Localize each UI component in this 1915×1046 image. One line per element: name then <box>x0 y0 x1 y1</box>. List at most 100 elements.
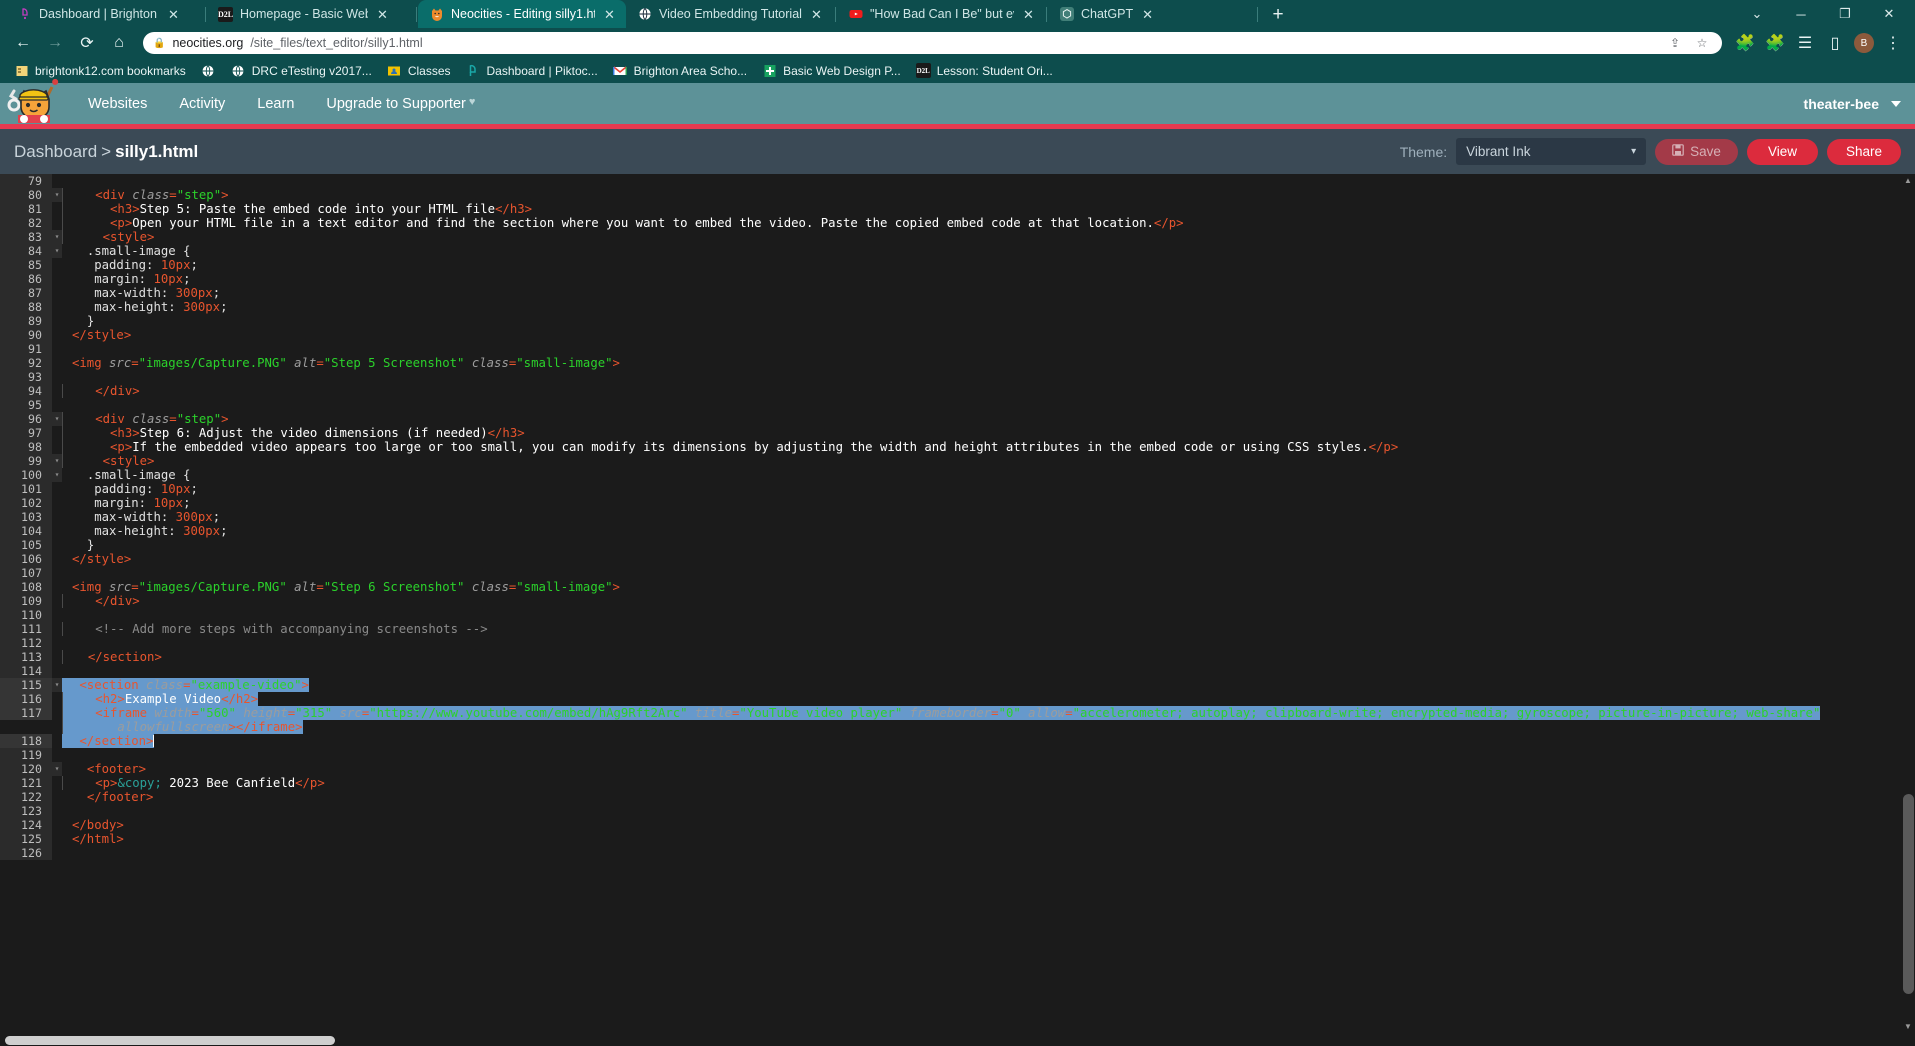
code-line[interactable]: 113 </section> <box>0 650 1901 664</box>
restore-icon[interactable]: ❐ <box>1823 0 1867 28</box>
bookmark-item[interactable]: Dashboard | Piktoc... <box>459 61 605 80</box>
close-icon[interactable]: ✕ <box>1867 0 1911 28</box>
code-line[interactable]: 104 max-height: 300px; <box>0 524 1901 538</box>
code-line[interactable]: 114 <box>0 664 1901 678</box>
code-line[interactable]: 124 </body> <box>0 818 1901 832</box>
code-line[interactable]: 106 </style> <box>0 552 1901 566</box>
browser-tab-1[interactable]: Dashboard | Brighton High Schoo ✕ <box>6 0 204 28</box>
share-icon[interactable]: ⇪ <box>1665 33 1685 53</box>
vertical-scrollbar[interactable]: ▲ ▼ <box>1901 174 1915 1046</box>
close-icon[interactable]: ✕ <box>166 7 181 22</box>
horizontal-scrollbar[interactable] <box>0 1034 1901 1046</box>
reading-list-icon[interactable]: ☰ <box>1791 28 1819 58</box>
side-panel-icon[interactable]: ▯ <box>1821 28 1849 58</box>
code-line[interactable]: 100 ▾ .small-image { <box>0 468 1901 482</box>
code-line[interactable]: 117 <iframe width="560" height="315" src… <box>0 706 1901 720</box>
code-line[interactable]: 97 <h3>Step 6: Adjust the video dimensio… <box>0 426 1901 440</box>
code-line[interactable]: 85 padding: 10px; <box>0 258 1901 272</box>
scroll-up-icon[interactable]: ▲ <box>1903 176 1913 186</box>
forward-arrow-icon[interactable]: → <box>40 28 70 58</box>
code-line[interactable]: 120 ▾ <footer> <box>0 762 1901 776</box>
more-menu-icon[interactable]: ⋮ <box>1879 28 1907 58</box>
nav-link-upgrade-to-supporter[interactable]: Upgrade to Supporter ♥ <box>310 96 491 112</box>
code-line[interactable]: 111 <!-- Add more steps with accompanyin… <box>0 622 1901 636</box>
minimize-icon[interactable]: ─ <box>1779 0 1823 28</box>
close-icon[interactable]: ✕ <box>1140 7 1155 22</box>
code-line[interactable]: 94 </div> <box>0 384 1901 398</box>
code-line[interactable]: 92 <img src="images/Capture.PNG" alt="Ste… <box>0 356 1901 370</box>
new-tab-button[interactable]: + <box>1265 2 1291 28</box>
save-button[interactable]: Save <box>1655 138 1738 165</box>
code-line[interactable]: 125 </html> <box>0 832 1901 846</box>
fold-toggle-icon[interactable]: ▾ <box>52 244 62 258</box>
close-icon[interactable]: ✕ <box>602 7 617 22</box>
address-bar[interactable]: 🔒 neocities.org/site_files/text_editor/s… <box>143 32 1722 54</box>
home-icon[interactable]: ⌂ <box>104 28 134 58</box>
bookmark-item[interactable]: Classes <box>380 61 458 80</box>
browser-tab-6[interactable]: ChatGPT ✕ <box>1048 0 1256 28</box>
code-line[interactable]: 95 <box>0 398 1901 412</box>
fold-toggle-icon[interactable]: ▾ <box>52 188 62 202</box>
neocities-cat-logo[interactable] <box>6 78 68 127</box>
code-line[interactable]: 110 <box>0 608 1901 622</box>
code-line[interactable]: 82 <p>Open your HTML file in a text edit… <box>0 216 1901 230</box>
extension-puzzle-icon[interactable]: 🧩 <box>1731 28 1759 58</box>
code-line[interactable]: 126 <box>0 846 1901 860</box>
browser-tab-2[interactable]: D2L Homepage - Basic Web Design: H ✕ <box>207 0 415 28</box>
code-line[interactable]: 79 <box>0 174 1901 188</box>
code-line[interactable]: 90 </style> <box>0 328 1901 342</box>
browser-tab-5[interactable]: "How Bad Can I Be" but every wo ✕ <box>837 0 1045 28</box>
close-icon[interactable]: ✕ <box>1021 7 1036 22</box>
code-line[interactable]: 108 <img src="images/Capture.PNG" alt="St… <box>0 580 1901 594</box>
theme-select[interactable]: Vibrant Ink ▾ <box>1456 138 1647 165</box>
bookmark-item[interactable]: DRC eTesting v2017... <box>224 61 379 80</box>
code-editor[interactable]: 79 80 ▾ <div class="step"> 81 <h3>Step 5: … <box>0 174 1915 1046</box>
code-line[interactable]: 119 <box>0 748 1901 762</box>
code-line[interactable]: 99 ▾ <style> <box>0 454 1901 468</box>
code-line[interactable]: 83 ▾ <style> <box>0 230 1901 244</box>
fold-toggle-icon[interactable]: ▾ <box>52 230 62 244</box>
fold-toggle-icon[interactable]: ▾ <box>52 412 62 426</box>
code-line[interactable]: 122 </footer> <box>0 790 1901 804</box>
code-line[interactable]: 101 padding: 10px; <box>0 482 1901 496</box>
code-line[interactable]: 123 <box>0 804 1901 818</box>
code-line[interactable]: 109 </div> <box>0 594 1901 608</box>
view-button[interactable]: View <box>1746 138 1818 165</box>
profile-avatar[interactable]: B <box>1854 33 1874 53</box>
code-line[interactable]: 103 max-width: 300px; <box>0 510 1901 524</box>
code-line[interactable]: 88 max-height: 300px; <box>0 300 1901 314</box>
breadcrumb-dashboard[interactable]: Dashboard <box>14 142 97 161</box>
code-line[interactable]: 116 <h2>Example Video</h2> <box>0 692 1901 706</box>
code-line[interactable]: 89 } <box>0 314 1901 328</box>
user-menu[interactable]: theater-bee <box>1804 96 1901 112</box>
nav-link-websites[interactable]: Websites <box>72 96 163 112</box>
code-line[interactable]: 98 <p>If the embedded video appears too … <box>0 440 1901 454</box>
fold-toggle-icon[interactable]: ▾ <box>52 468 62 482</box>
reload-icon[interactable]: ⟳ <box>72 28 102 58</box>
close-icon[interactable]: ✕ <box>809 7 824 22</box>
code-line[interactable]: 80 ▾ <div class="step"> <box>0 188 1901 202</box>
bookmark-item[interactable]: D2L Lesson: Student Ori... <box>909 61 1060 80</box>
share-button[interactable]: Share <box>1826 138 1901 165</box>
scroll-down-icon[interactable]: ▼ <box>1903 1022 1913 1032</box>
browser-tab-4[interactable]: Video Embedding Tutorial ✕ <box>626 0 834 28</box>
code-line[interactable]: 107 <box>0 566 1901 580</box>
code-line[interactable]: allowfullscreen></iframe> <box>0 720 1901 734</box>
extension-puzzle-icon[interactable]: 🧩 <box>1761 28 1789 58</box>
code-line[interactable]: 93 <box>0 370 1901 384</box>
nav-link-learn[interactable]: Learn <box>241 96 310 112</box>
code-line[interactable]: 102 margin: 10px; <box>0 496 1901 510</box>
bookmark-star-icon[interactable]: ☆ <box>1692 33 1712 53</box>
code-line[interactable]: 96 ▾ <div class="step"> <box>0 412 1901 426</box>
back-arrow-icon[interactable]: ← <box>8 28 38 58</box>
code-line[interactable]: 84 ▾ .small-image { <box>0 244 1901 258</box>
browser-tab-3[interactable]: Neocities - Editing silly1.html ✕ <box>418 0 626 28</box>
code-lines[interactable]: 79 80 ▾ <div class="step"> 81 <h3>Step 5: … <box>0 174 1901 1034</box>
fold-toggle-icon[interactable]: ▾ <box>52 454 62 468</box>
close-icon[interactable]: ✕ <box>375 7 390 22</box>
bookmark-item[interactable]: brightonk12.com bookmarks <box>7 61 193 80</box>
code-line[interactable]: 86 margin: 10px; <box>0 272 1901 286</box>
bookmark-item[interactable] <box>194 61 223 80</box>
code-line[interactable]: 91 <box>0 342 1901 356</box>
bookmark-item[interactable]: Brighton Area Scho... <box>606 61 754 80</box>
